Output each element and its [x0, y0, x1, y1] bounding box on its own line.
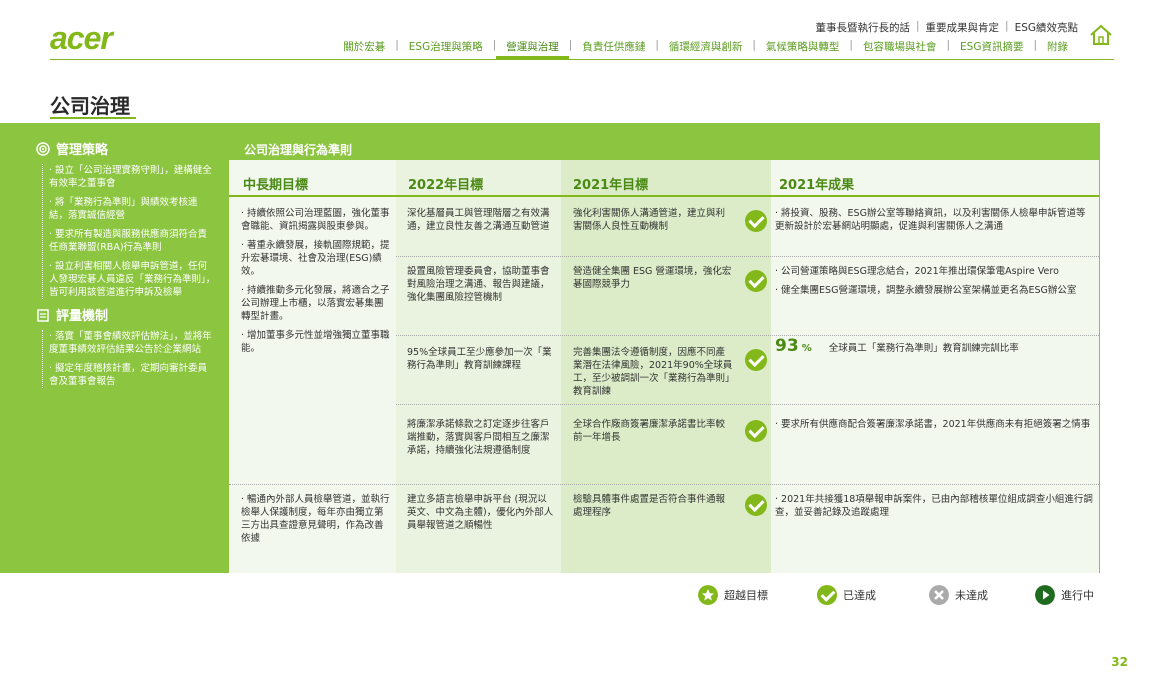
sidebar: 管理策略 設立「公司治理實務守則」，建構健全有效率之董事會 將「業務行為準則」與… [36, 139, 216, 394]
achieved-check-icon [745, 210, 767, 232]
result-row4: 要求所有供應商配合簽署廉潔承諾書，2021年供應商未有拒絕簽署之情事 [775, 418, 1093, 437]
goal-2022-row4: 將廉潔承諾條款之訂定逐步往客戶端推動，落實與客戶間相互之廉潔承諾，持續強化法規遵… [407, 419, 550, 456]
strategy-list: 設立「公司治理實務守則」，建構健全有效率之董事會 將「業務行為準則」與績效考核連… [42, 164, 216, 299]
check-icon [817, 585, 837, 605]
achieved-check-icon [745, 270, 767, 292]
legend-not-achieved: 未達成 [929, 585, 988, 605]
header-2022-goal: 2022年目標 [408, 178, 484, 193]
page-number: 32 [1111, 655, 1128, 669]
result-row2: 公司營運策略與ESG理念結合，2021年推出環保筆電Aspire Vero 健全… [775, 265, 1093, 303]
goal-2022-row2: 設置風險管理委員會，協助董事會對風險治理之溝通、報告與建議，強化集團風險控管機制 [407, 266, 550, 303]
header-2021-result: 2021年成果 [779, 178, 855, 193]
achieved-check-icon [745, 494, 767, 516]
strategy-heading: 管理策略 [36, 139, 216, 158]
top-link-esg-highlights[interactable]: ESG績效亮點 [1015, 20, 1078, 35]
long-term-goals-2: 暢通內外部人員檢舉管道，並執行檢舉人保護制度，每年亦由獨立第三方出具查證意見聲明… [241, 493, 391, 551]
nav-appendix[interactable]: 附錄 [1037, 39, 1078, 54]
result-row5: 2021年共接獲18項舉報申訴案件，已由內部稽核單位組成調查小組進行調查，並妥善… [775, 493, 1093, 525]
star-icon [698, 585, 718, 605]
x-icon [929, 585, 949, 605]
goal-2021-row4: 全球合作廠商簽署廉潔承諾書比率較前一年增長 [573, 419, 726, 443]
nav-circular-economy[interactable]: 循環經濟與創新 [659, 39, 753, 54]
goal-2021-row1: 強化利害關係人溝通管道，建立與利害關係人良性互動機制 [573, 208, 726, 232]
result-row1: 將投資、股務、ESG辦公室等聯絡資訊，以及利害關係人檢舉申訴管道等更新設計於宏碁… [775, 207, 1093, 239]
achieved-check-icon [745, 349, 767, 371]
goal-2022-row3: 95%全球員工至少應參加一次「業務行為準則」教育訓練課程 [407, 347, 552, 371]
list-item: 落實「董事會績效評估辦法」，並將年度董事績效評估結果公告於企業網站 [49, 330, 216, 356]
nav-esg-governance[interactable]: ESG治理與策略 [399, 39, 493, 54]
evaluation-heading: 評量機制 [36, 305, 216, 324]
home-icon[interactable] [1088, 22, 1114, 48]
long-term-goals-1: 持續依照公司治理藍圖，強化董事會職能、資訊揭露與股東參與。 著重永續發展，接軌國… [241, 207, 391, 361]
list-item: 擬定年度稽核計畫，定期向審計委員會及董事會報告 [49, 362, 216, 388]
header-long-term: 中長期目標 [243, 178, 309, 193]
top-link-chairman[interactable]: 董事長暨執行長的話 [815, 20, 910, 35]
training-rate-value: 93 [775, 336, 799, 356]
goal-2021-row5: 檢驗具體事件處置是否符合事件通報處理程序 [573, 494, 726, 518]
separator: | [915, 20, 920, 32]
evaluation-list: 落實「董事會績效評估辦法」，並將年度董事績效評估結果公告於企業網站 擬定年度稽核… [42, 330, 216, 388]
nav-supply-chain[interactable]: 負責任供應鏈 [572, 39, 655, 54]
list-item: 要求所有製造與服務供應商須符合責任商業聯盟(RBA)行為準則 [49, 228, 216, 254]
nav-esg-summary[interactable]: ESG資訊摘要 [950, 39, 1033, 54]
nav-inclusive-workplace[interactable]: 包容職場與社會 [853, 39, 947, 54]
play-icon [1035, 585, 1055, 605]
list-item: 設立利害相關人檢舉申訴管道，任何人發現宏碁人員違反「業務行為準則」，皆可利用該管… [49, 260, 216, 299]
achieved-check-icon [745, 420, 767, 442]
training-rate-unit: % [801, 343, 812, 354]
acer-logo[interactable]: acer [50, 20, 113, 57]
legend-in-progress: 進行中 [1035, 585, 1094, 605]
legend-achieved: 已達成 [817, 585, 876, 605]
header-divider [229, 195, 1099, 197]
top-link-achievements[interactable]: 重要成果與肯定 [926, 20, 1000, 35]
title-underline [50, 117, 136, 119]
list-item: 將「業務行為準則」與績效考核連結，落實誠信經營 [49, 196, 216, 222]
legend-exceeded: 超越目標 [698, 585, 768, 605]
list-item: 設立「公司治理實務守則」，建構健全有效率之董事會 [49, 164, 216, 190]
governance-panel: 管理策略 設立「公司治理實務守則」，建構健全有效率之董事會 將「業務行為準則」與… [0, 123, 1100, 573]
goals-table: 中長期目標 2022年目標 2021年目標 2021年成果 持續依照公司治理藍圖… [229, 160, 1099, 573]
goal-2022-row5: 建立多語言檢舉申訴平台 (現況以英文、中文為主體)，優化內外部人員舉報管道之順暢… [407, 494, 554, 531]
result-row3: 93 % 全球員工「業務行為準則」教育訓練完訓比率 [775, 338, 1093, 355]
header-divider [50, 59, 1114, 60]
header-2021-goal: 2021年目標 [573, 178, 649, 193]
page-title: 公司治理 [50, 94, 130, 118]
nav-about[interactable]: 關於宏碁 [333, 39, 395, 54]
nav-climate[interactable]: 氣候策略與轉型 [756, 39, 850, 54]
separator: | [1005, 20, 1009, 32]
clipboard-icon [37, 308, 49, 322]
goal-2021-row2: 營造健全集團 ESG 營運環境，強化宏碁國際競爭力 [573, 266, 732, 290]
nav-operations-governance[interactable]: 營運與治理 [496, 39, 569, 59]
goal-2022-row1: 深化基層員工與管理階層之有效溝通，建立良性友善之溝通互動管道 [407, 208, 550, 232]
main-nav: 關於宏碁 | ESG治理與策略 | 營運與治理 | 負責任供應鏈 | 循環經濟與創新 | … [333, 39, 1078, 59]
training-rate-label: 全球員工「業務行為準則」教育訓練完訓比率 [828, 343, 1019, 354]
target-icon [36, 141, 50, 156]
table-section-title: 公司治理與行為準則 [244, 143, 353, 157]
goal-2021-row3: 完善集團法令遵循制度，因應不同產業潛在法律風險，2021年90%全球員工，至少被… [573, 347, 733, 397]
top-links: 董事長暨執行長的話 | 重要成果與肯定 | ESG績效亮點 [815, 20, 1078, 35]
